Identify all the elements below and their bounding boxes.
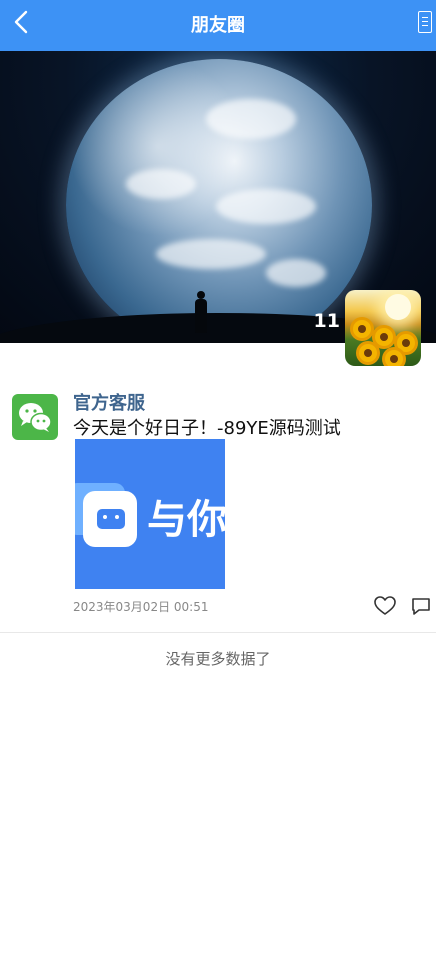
page-title: 朋友圈 (191, 15, 245, 36)
no-more-data-text: 没有更多数据了 (165, 650, 271, 668)
document-button[interactable] (418, 11, 432, 33)
post-time: 2023年03月02日 00:51 (73, 600, 209, 614)
person-silhouette (195, 291, 207, 333)
top-bar: 朋友圈 (0, 0, 436, 51)
post-image[interactable]: 与你 (75, 439, 225, 589)
comment-button[interactable] (410, 595, 432, 617)
sun-image (385, 294, 411, 320)
divider (0, 632, 436, 633)
author-name[interactable]: 官方客服 (73, 389, 145, 415)
user-avatar[interactable] (345, 290, 421, 366)
like-button[interactable] (373, 595, 397, 617)
app-logo-icon (75, 483, 137, 547)
image-text: 与你 (147, 497, 225, 543)
comment-icon (412, 598, 430, 615)
post-avatar[interactable] (12, 394, 58, 440)
heart-icon (374, 596, 396, 615)
earth-image (66, 59, 372, 343)
post-content: 今天是个好日子！-89YE源码测试 (73, 418, 341, 439)
cover-count: 11 (313, 310, 340, 332)
wechat-icon (19, 403, 52, 432)
document-icon (422, 17, 428, 18)
